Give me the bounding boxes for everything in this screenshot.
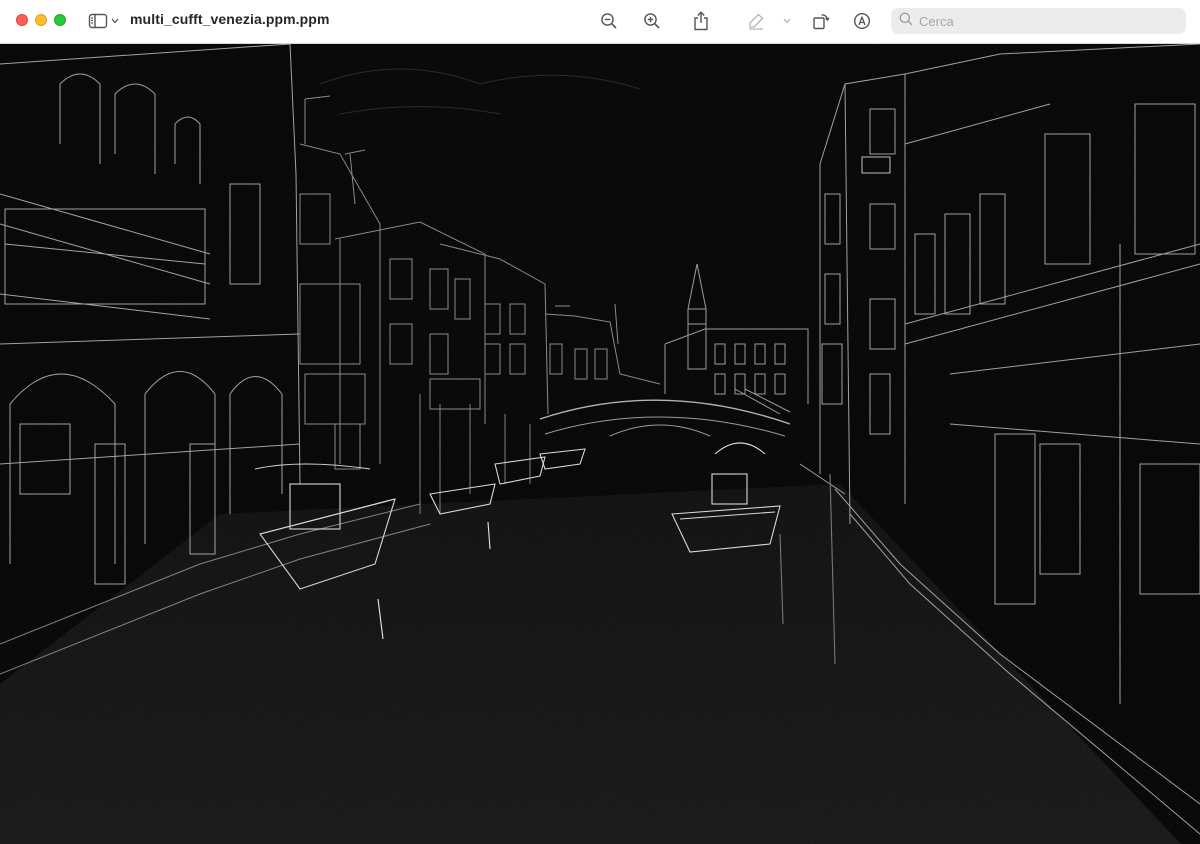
- chevron-down-icon: [111, 18, 119, 24]
- sidebar-toggle-button[interactable]: [86, 8, 120, 34]
- markup-icon: [853, 12, 871, 30]
- search-input[interactable]: [919, 13, 1159, 29]
- rotate-button[interactable]: [810, 8, 832, 34]
- title-bar: multi_cufft_venezia.ppm.ppm: [0, 0, 1200, 44]
- highlighter-icon: [747, 12, 765, 30]
- search-field[interactable]: [891, 8, 1186, 34]
- markup-button[interactable]: [851, 8, 873, 34]
- preview-window: multi_cufft_venezia.ppm.ppm: [0, 0, 1200, 844]
- close-window-button[interactable]: [16, 14, 28, 26]
- zoom-out-icon: [600, 12, 618, 30]
- chevron-down-icon: [783, 18, 791, 24]
- minimize-window-button[interactable]: [35, 14, 47, 26]
- rotate-icon: [812, 12, 830, 30]
- image-canvas[interactable]: [0, 44, 1200, 844]
- search-icon: [899, 12, 913, 31]
- venice-canal-edge-image: [0, 44, 1200, 844]
- zoom-in-button[interactable]: [641, 8, 663, 34]
- zoom-out-button[interactable]: [598, 8, 620, 34]
- zoom-in-icon: [643, 12, 661, 30]
- document-title: multi_cufft_venezia.ppm.ppm: [130, 11, 330, 27]
- sidebar-icon: [88, 13, 108, 29]
- share-icon: [693, 11, 709, 31]
- highlight-options-button[interactable]: [780, 8, 794, 34]
- zoom-window-button[interactable]: [54, 14, 66, 26]
- highlight-button[interactable]: [744, 8, 768, 34]
- share-button[interactable]: [690, 8, 712, 34]
